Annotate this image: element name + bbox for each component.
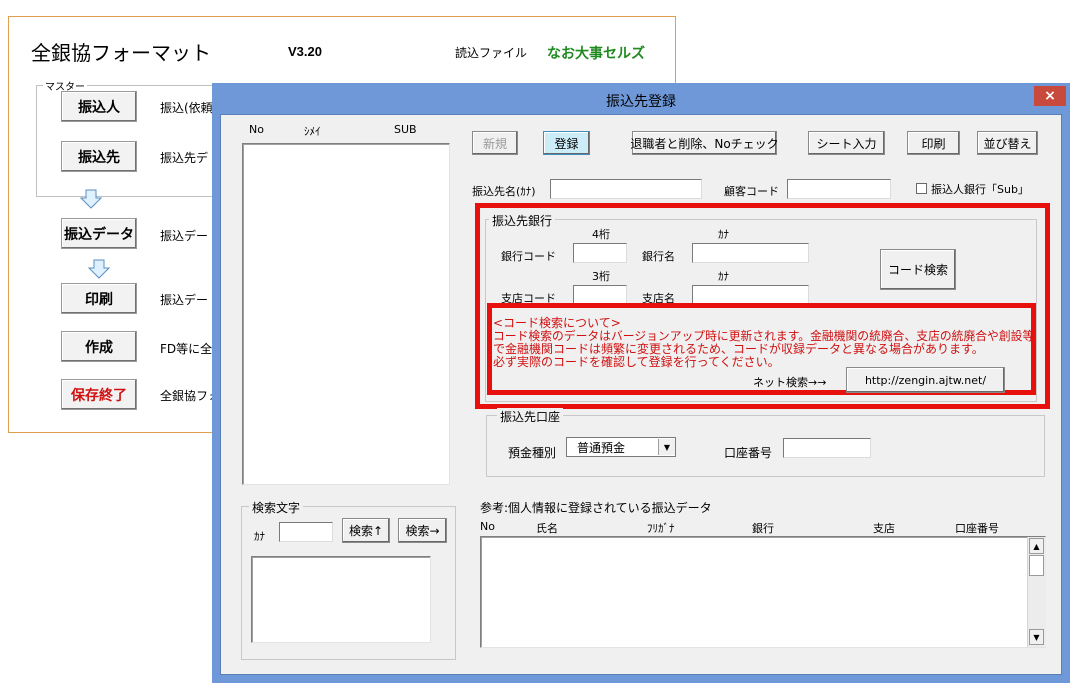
close-button[interactable]: × [1034, 86, 1066, 106]
ref-col-furigana: ﾌﾘｶﾞﾅ [647, 522, 675, 535]
account-no-label: 口座番号 [724, 446, 773, 460]
payee-desc: 振込先デ [160, 151, 209, 165]
dialog-client: No ｼﾒｲ SUB 新規 登録 退職者と削除、Noチェック シート入力 印刷 … [220, 114, 1062, 675]
deposit-type-select[interactable]: 普通預金 ▼ [566, 437, 676, 457]
down-arrow-icon [88, 259, 110, 279]
customer-code-label: 顧客コード [724, 185, 779, 198]
delete-check-button[interactable]: 退職者と削除、Noチェック [630, 131, 779, 155]
account-no-input[interactable] [783, 438, 871, 458]
payer-bank-sub-label: 振込人銀行「Sub」 [931, 183, 1029, 196]
close-icon: × [1044, 88, 1056, 104]
scroll-thumb[interactable] [1029, 555, 1044, 576]
payer-bank-sub-checkbox[interactable] [916, 183, 927, 194]
sheet-input-button[interactable]: シート入力 [808, 131, 885, 155]
payee-button[interactable]: 振込先 [61, 141, 137, 172]
new-button[interactable]: 新規 [472, 131, 518, 155]
zengin-url-button[interactable]: http://zengin.ajtw.net/ [846, 367, 1005, 393]
payer-desc: 振込(依頼 [160, 101, 213, 115]
dialog-titlebar[interactable]: 振込先登録 × [212, 83, 1070, 114]
file-label: 読込ファイル [455, 46, 528, 60]
list-header-no: No [249, 123, 264, 136]
sort-button[interactable]: 並び替え [977, 131, 1038, 155]
list-header-sub: SUB [394, 123, 417, 136]
payee-kana-label: 振込先名(ｶﾅ) [472, 185, 536, 198]
ref-col-account-no: 口座番号 [955, 522, 999, 535]
deposit-type-value: 普通預金 [577, 440, 626, 455]
ref-col-branch: 支店 [873, 522, 895, 535]
reference-title: 参考:個人情報に登録されている振込データ [480, 501, 712, 515]
down-arrow-icon [80, 189, 102, 209]
print-button[interactable]: 印刷 [907, 131, 960, 155]
dialog-title: 振込先登録 [606, 94, 676, 110]
payee-kana-input[interactable] [550, 179, 702, 199]
ref-col-no: No [480, 520, 495, 533]
scroll-down-icon[interactable]: ▼ [1029, 629, 1044, 645]
file-name: なお大事セルズ [547, 46, 645, 62]
payee-registration-dialog: 振込先登録 × No ｼﾒｲ SUB 新規 登録 退職者と削除、Noチェック シ… [212, 83, 1070, 683]
save-exit-desc: 全銀協フォ [160, 389, 221, 403]
print-sheet-button[interactable]: 印刷 [61, 283, 137, 314]
customer-code-input[interactable] [787, 179, 891, 199]
reference-scrollbar[interactable]: ▲ ▼ [1027, 537, 1046, 647]
search-next-button[interactable]: 検索→ [398, 518, 447, 543]
search-result-listbox[interactable] [251, 556, 431, 643]
payer-button[interactable]: 振込人 [61, 91, 137, 122]
reference-listbox[interactable] [480, 536, 1046, 648]
sheet-title: 全銀協フォーマット [31, 41, 211, 65]
search-frame-title: 検索文字 [249, 499, 304, 516]
register-button[interactable]: 登録 [543, 131, 590, 155]
search-kana-label: ｶﾅ [254, 530, 265, 543]
account-frame-title: 振込先口座 [497, 408, 564, 425]
list-header-kana: ｼﾒｲ [304, 125, 321, 138]
payee-listbox[interactable] [242, 143, 450, 485]
ref-col-bank: 銀行 [752, 522, 774, 535]
scroll-up-icon[interactable]: ▲ [1029, 538, 1044, 554]
search-kana-input[interactable] [279, 522, 333, 542]
transfer-data-button[interactable]: 振込データ [61, 218, 137, 249]
version-label: V3.20 [288, 44, 322, 59]
net-search-label: ネット検索→→ [753, 376, 827, 389]
create-button[interactable]: 作成 [61, 331, 137, 362]
search-up-button[interactable]: 検索↑ [342, 518, 390, 543]
transfer-data-desc: 振込デー [160, 229, 209, 243]
print-desc: 振込デー [160, 293, 209, 307]
deposit-type-label: 預金種別 [508, 446, 557, 460]
ref-col-name: 氏名 [536, 522, 558, 535]
create-desc: FD等に全 [160, 342, 213, 356]
save-exit-button[interactable]: 保存終了 [61, 379, 137, 410]
chevron-down-icon[interactable]: ▼ [658, 439, 675, 455]
